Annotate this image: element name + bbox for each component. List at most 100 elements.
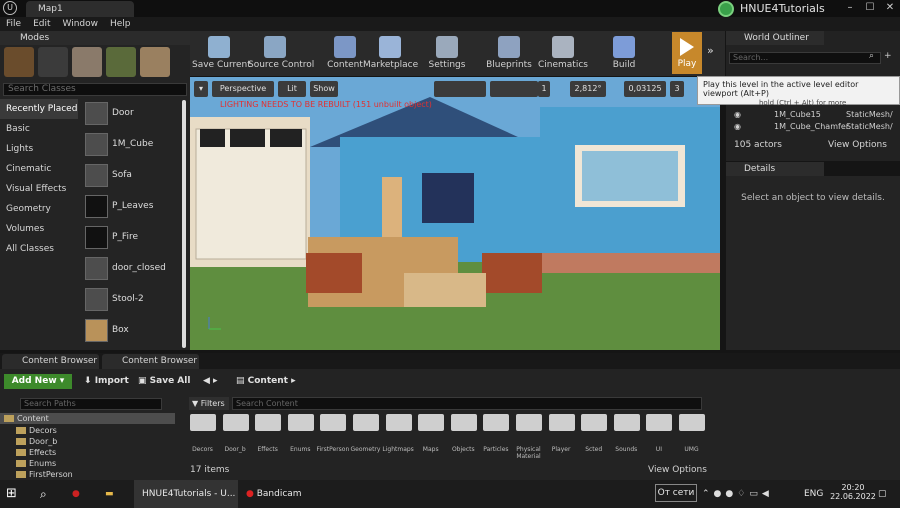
tree-item[interactable]: FirstPerson [0,469,175,480]
content-view-options[interactable]: View Options [648,465,707,475]
language-indicator[interactable]: ENG [804,480,824,508]
folder-icon[interactable] [418,414,445,431]
nav-back-icon[interactable]: ◀ ▸ [203,374,218,389]
category-basic[interactable]: Basic [0,119,78,139]
notifications-icon[interactable]: ▢ [878,480,894,508]
marketplace-button[interactable]: Marketplace [363,32,418,74]
tree-item[interactable]: Effects [0,447,175,458]
cinematics-button[interactable]: Cinematics [536,32,590,74]
folder-icon[interactable] [385,414,412,431]
build-button[interactable]: Build [597,32,651,74]
modes-scrollbar[interactable] [182,100,186,348]
transform-tools[interactable] [434,81,486,97]
modes-tab[interactable]: Modes [0,31,190,45]
list-item[interactable]: door_closed [80,254,184,285]
camera-speed[interactable]: 3 [670,81,684,97]
search-classes-input[interactable]: Search Classes [3,83,187,96]
show-button[interactable]: Show [310,81,338,97]
scale-snap[interactable]: 0,03125 [624,81,666,97]
maximize-icon[interactable]: ☐ [860,0,880,17]
close-icon[interactable]: ✕ [880,0,900,17]
save-all-button[interactable]: ▣ Save All [138,374,190,389]
folder-icon[interactable] [613,414,640,431]
search-icon[interactable]: ⌕ [40,480,56,508]
viewport-menu-button[interactable]: ▾ [194,81,208,97]
landscape-mode-icon[interactable] [72,47,102,77]
minimize-icon[interactable]: – [840,0,860,17]
rotation-snap[interactable]: 2,812° [570,81,606,97]
world-outliner-tab[interactable]: World Outliner [726,31,824,45]
menu-help[interactable]: Help [104,17,137,31]
eye-icon[interactable]: ◉ [734,122,741,131]
list-item[interactable]: P_Leaves [80,192,184,223]
category-cinematic[interactable]: Cinematic [0,159,78,179]
folder-icon[interactable] [450,414,477,431]
tree-item[interactable]: Decors [0,425,175,436]
list-item[interactable]: 1M_Cube [80,130,184,161]
outliner-view-options[interactable]: View Options [828,140,887,150]
category-volumes[interactable]: Volumes [0,219,78,239]
tree-item-content[interactable]: Content [0,413,175,424]
list-item[interactable]: Box [80,316,184,347]
search-content-input[interactable]: Search Content [232,397,702,410]
tray-icons[interactable]: ⌃●●♢▭◀ [702,480,798,508]
details-tab[interactable]: Details [726,162,824,176]
windows-start-icon[interactable]: ⊞ [6,480,28,508]
menu-edit[interactable]: Edit [27,17,56,31]
menu-file[interactable]: File [0,17,27,31]
folder-icon[interactable] [353,414,379,431]
table-row[interactable]: ◉ 1M_Cube_Chamfer StaticMesh/ [730,122,896,134]
eye-icon[interactable]: ◉ [734,110,741,119]
record-icon[interactable]: ● [72,480,90,508]
toolbar-more-icon[interactable]: » [707,44,714,57]
perspective-button[interactable]: Perspective [212,81,274,97]
tree-item[interactable]: Enums [0,458,175,469]
level-viewport[interactable] [190,77,720,350]
category-geometry[interactable]: Geometry [0,199,78,219]
search-icon[interactable]: ⌕ [869,51,874,61]
table-row[interactable]: ◉ 1M_Cube15 StaticMesh/ [730,110,896,122]
filters-button[interactable]: ▼ Filters [189,397,229,410]
add-icon[interactable]: + [884,51,892,61]
folder-icon[interactable] [646,414,673,431]
lit-button[interactable]: Lit [278,81,306,97]
category-recently-placed[interactable]: Recently Placed [0,99,78,119]
list-item[interactable]: Door [80,99,184,130]
taskbar-unreal[interactable]: HNUE4Tutorials - U... [134,480,238,508]
list-item[interactable]: Sofa [80,161,184,192]
folder-icon[interactable] [483,414,510,431]
grid-size[interactable]: 1 [538,81,550,97]
tab-content-browser-2[interactable]: Content Browser 2 [102,354,199,381]
outliner-search-input[interactable]: Search... [729,52,881,64]
paint-mode-icon[interactable] [38,47,68,77]
add-new-button[interactable]: Add New ▾ [4,374,72,389]
network-status[interactable]: От сети [655,484,697,502]
menu-window[interactable]: Window [57,17,105,31]
folder-icon[interactable] [548,414,575,431]
save-current-button[interactable]: Save Current [192,32,251,74]
tab-content-browser-1[interactable]: Content Browser 1 [2,354,99,381]
blueprints-button[interactable]: Blueprints [482,32,536,74]
category-visual-effects[interactable]: Visual Effects [0,179,78,199]
search-paths-input[interactable]: Search Paths [20,398,162,410]
import-button[interactable]: ⬇ Import [84,374,129,389]
clock[interactable]: 20:20 22.06.2022 [830,480,876,508]
folder-icon[interactable] [516,414,542,431]
folder-icon[interactable] [222,414,249,431]
breadcrumb[interactable]: ▤ Content ▸ [236,374,296,389]
map-tab[interactable]: Map1 [26,1,134,17]
settings-button[interactable]: Settings [420,32,474,74]
geometry-mode-icon[interactable] [140,47,170,77]
category-all-classes[interactable]: All Classes [0,239,78,259]
taskbar-bandicam[interactable]: ● Bandicam [240,480,310,508]
list-item[interactable]: Stool-2 [80,285,184,316]
tree-item[interactable]: Door_b [0,436,175,447]
explorer-icon[interactable]: ▬ [105,480,121,508]
folder-icon[interactable] [581,414,608,431]
folder-icon[interactable] [190,414,216,431]
snap-tools[interactable] [490,81,538,97]
foliage-mode-icon[interactable] [106,47,136,77]
folder-icon[interactable] [320,414,347,431]
play-button[interactable]: Play [672,32,702,74]
place-mode-icon[interactable] [4,47,34,77]
